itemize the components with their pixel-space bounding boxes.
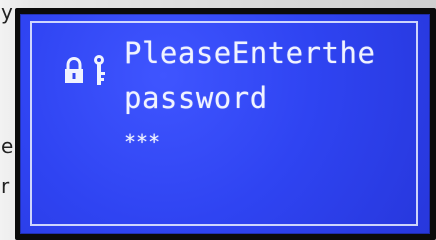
prompt-line-2: password (124, 81, 268, 115)
prompt-line-1: PleaseEnterthe (124, 36, 376, 70)
lock-icon (65, 57, 83, 83)
key-icon (94, 55, 105, 85)
password-mask: *** (124, 130, 161, 154)
lcd-screen: PleaseEnterthe password *** (20, 14, 430, 234)
background-text-fragment: e (1, 134, 14, 158)
background-text-fragment: y (1, 0, 13, 24)
background-text-fragment: r (1, 174, 10, 198)
